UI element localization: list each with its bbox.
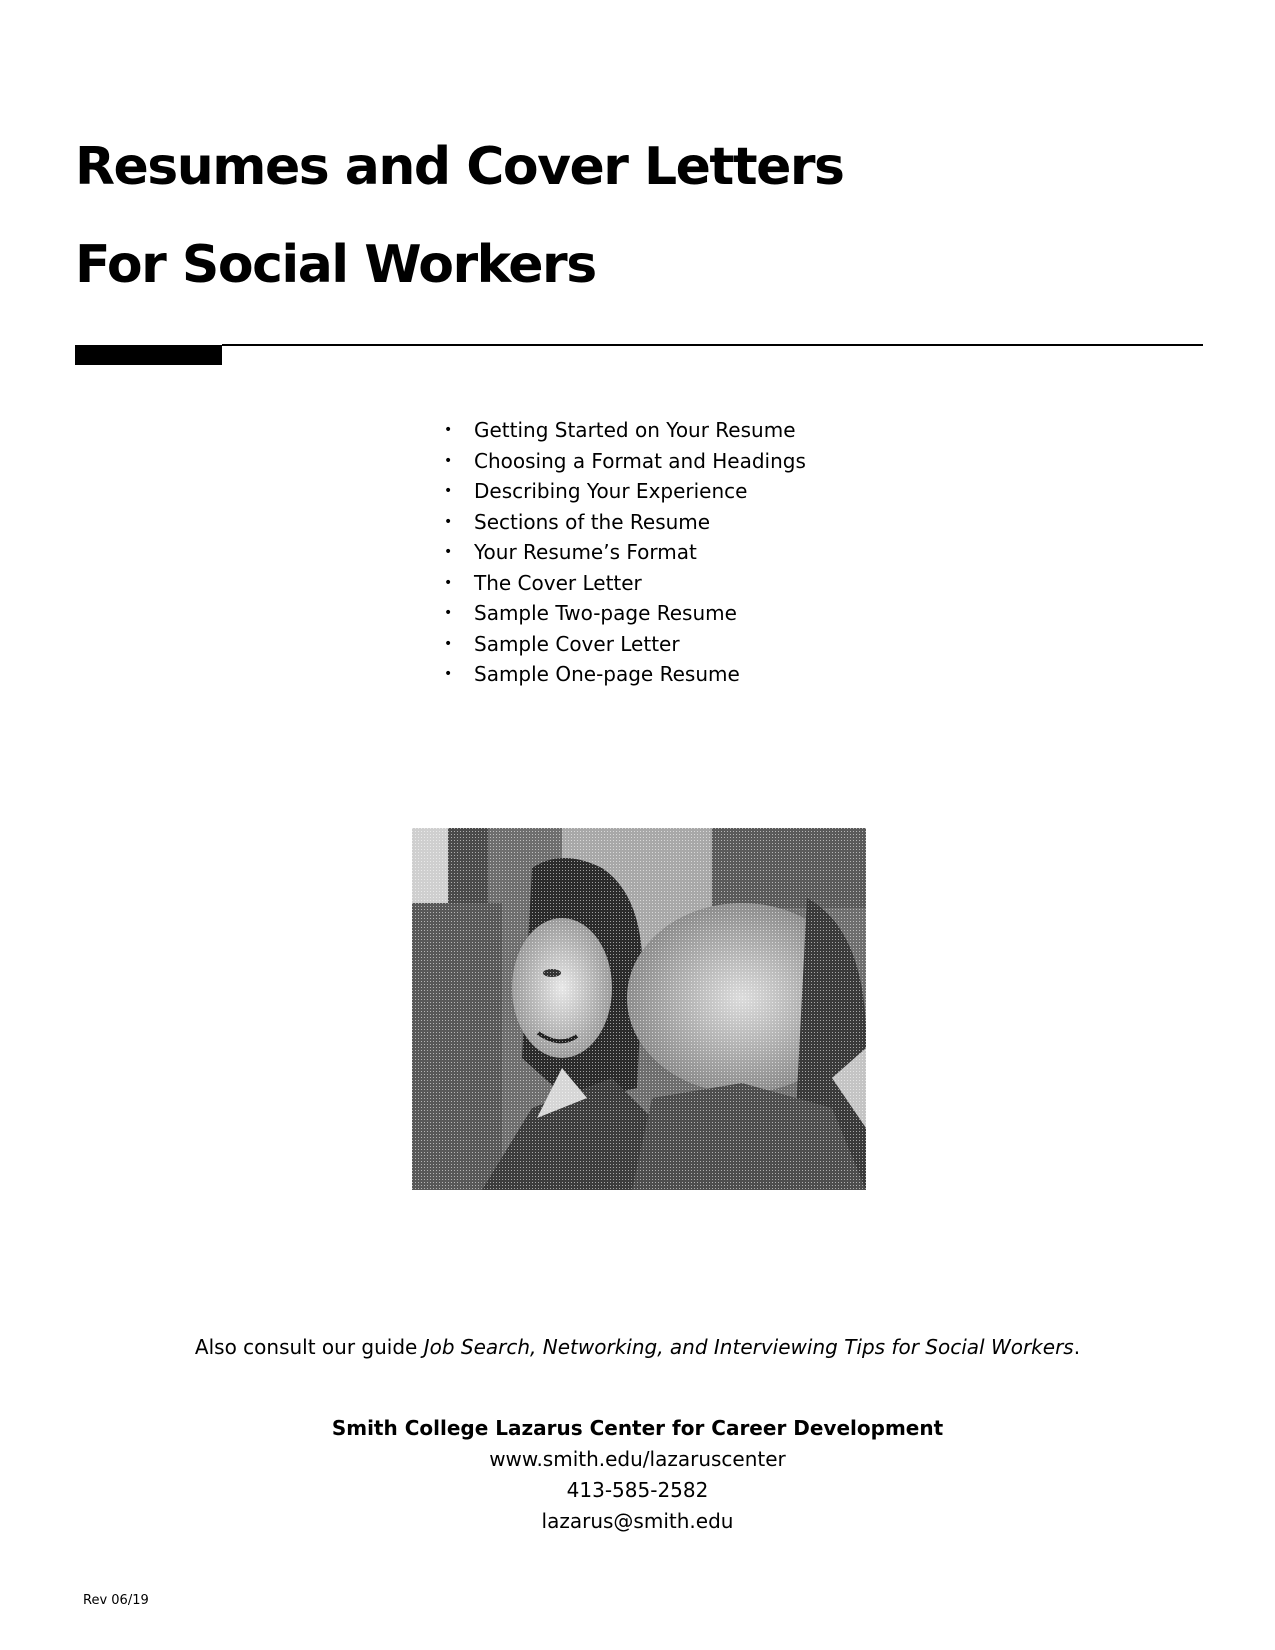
title-line-1: Resumes and Cover Letters <box>75 137 845 197</box>
organization-phone: 413-585-2582 <box>566 1478 709 1502</box>
bullet-icon: • <box>444 574 453 591</box>
contents-item: • Sample Two-page Resume <box>436 598 806 629</box>
contents-list: • Getting Started on Your Resume • Choosin… <box>436 415 806 690</box>
bullet-icon: • <box>444 483 453 499</box>
contents-item: • Sample One-page Resume <box>436 659 806 690</box>
organization-email[interactable]: lazarus@smith.edu <box>0 1506 1275 1537</box>
cover-photo <box>412 828 866 1190</box>
contents-item: • Describing Your Experience <box>436 476 806 507</box>
bullet-icon: • <box>444 544 453 560</box>
bullet-icon: • <box>444 452 453 469</box>
contents-item: • Getting Started on Your Resume <box>436 415 806 446</box>
guide-note: Also consult our guide Job Search, Netwo… <box>194 1335 1081 1359</box>
contents-item: • Sample Cover Letter <box>436 629 806 660</box>
organization-name: Smith College Lazarus Center for Career … <box>331 1416 944 1440</box>
organization-website[interactable]: www.smith.edu/lazaruscenter <box>0 1444 1275 1475</box>
contents-item: • Sections of the Resume <box>436 507 806 538</box>
document-title: Resumes and Cover Letters For Social Wor… <box>75 118 845 314</box>
bullet-icon: • <box>444 605 453 621</box>
organization-contact: Smith College Lazarus Center for Career … <box>0 1413 1275 1537</box>
bullet-icon: • <box>444 513 453 530</box>
contents-item: • Your Resume’s Format <box>436 537 806 568</box>
guide-title: Job Search, Networking, and Interviewing… <box>423 1335 1074 1359</box>
contents-item: • The Cover Letter <box>436 568 806 599</box>
revision-date: Rev 06/19 <box>83 1593 149 1608</box>
bullet-icon: • <box>444 422 453 438</box>
title-rule-accent <box>75 345 222 365</box>
bullet-icon: • <box>444 635 453 652</box>
contents-item: • Choosing a Format and Headings <box>436 446 806 477</box>
bullet-icon: • <box>444 666 453 682</box>
title-rule-line <box>222 344 1203 346</box>
title-line-2: For Social Workers <box>75 235 597 295</box>
